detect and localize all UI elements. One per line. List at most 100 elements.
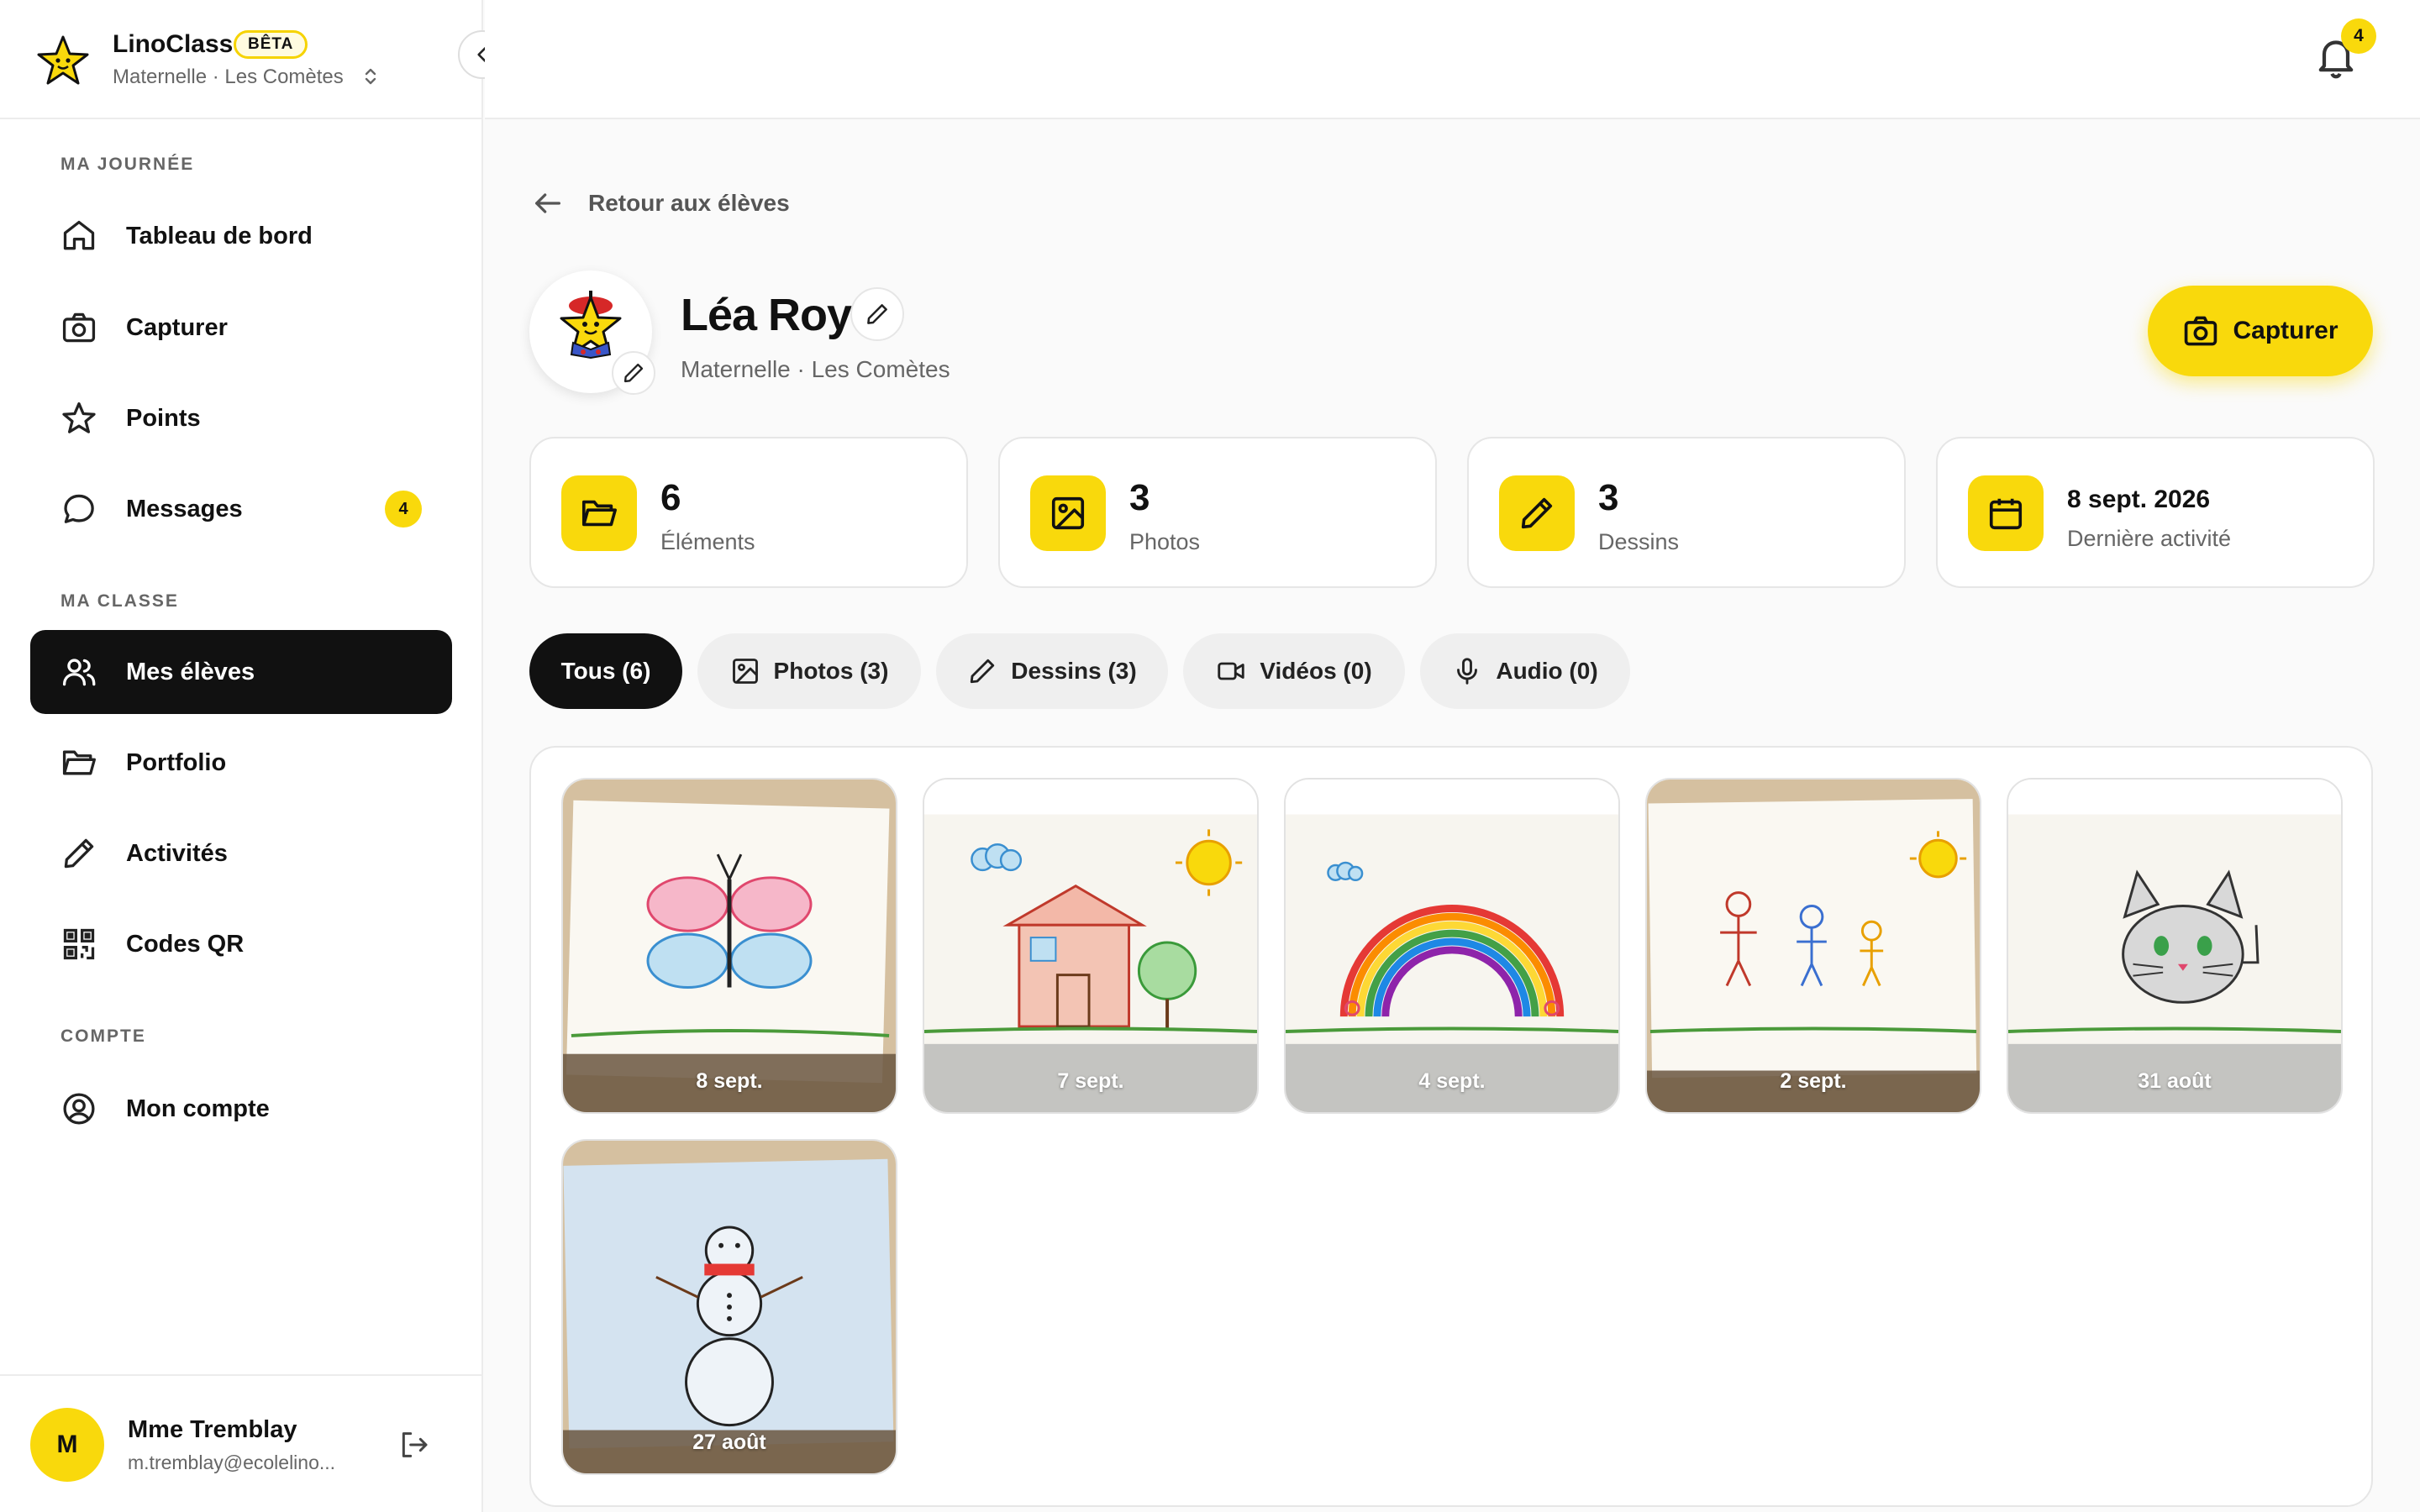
filter-label: Dessins (3) (1011, 658, 1137, 684)
sidebar-item-points[interactable]: Points (30, 376, 452, 460)
topbar (485, 0, 2420, 119)
arrow-left-icon (535, 193, 560, 213)
sidebar-item-portfolio[interactable]: Portfolio (30, 721, 452, 805)
back-link-label: Retour aux élèves (588, 190, 790, 216)
mic-icon (1457, 658, 1478, 685)
stat-card-photos: 3 Photos (998, 437, 1437, 588)
sidebar-item-label: Activités (126, 839, 228, 867)
stat-icon (1030, 475, 1106, 551)
camera-icon (62, 312, 96, 343)
sidebar-item-mes-eleves[interactable]: Mes élèves (30, 630, 452, 714)
rainbow-drawing (1286, 780, 1618, 1112)
logout-icon[interactable] (397, 1428, 430, 1462)
tile-date: 2 sept. (1780, 1069, 1847, 1093)
tile-date: 4 sept. (1418, 1069, 1486, 1093)
filter-label: Vidéos (0) (1260, 658, 1372, 684)
portfolio-gallery: 8 sept. 7 sept. 4 sept. 2 sept. 31 août … (529, 746, 2373, 1507)
pencil-icon (971, 659, 995, 684)
sidebar-item-activites[interactable]: Activités (30, 811, 452, 895)
beta-badge: BÊTA (234, 30, 308, 59)
edit-name-button[interactable] (850, 287, 904, 341)
pencil-icon (1521, 497, 1553, 529)
home-icon (63, 220, 95, 250)
qr-icon (63, 928, 95, 960)
capture-button-label: Capturer (2233, 317, 2338, 344)
snowman-drawing (563, 1141, 896, 1473)
gallery-tile-cat[interactable]: 31 août (2007, 778, 2343, 1114)
sidebar-item-messages[interactable]: Messages 4 (30, 467, 452, 551)
stat-label: Dernière activité (2067, 526, 2232, 551)
sidebar-item-label: Messages (126, 495, 243, 522)
sidebar-item-label: Capturer (126, 313, 228, 341)
sidebar-item-label: Tableau de bord (126, 222, 313, 249)
stat-value: 3 (1129, 477, 1150, 518)
filter-photos[interactable]: Photos (3) (697, 633, 921, 709)
student-class: Maternelle · Les Comètes (681, 356, 950, 382)
tile-date: 8 sept. (696, 1069, 763, 1093)
sidebar: LinoClass BÊTA Maternelle · Les Comètes … (0, 0, 483, 1512)
section-label-compte: COMPTE (60, 1026, 146, 1046)
stat-icon (1499, 475, 1575, 551)
message-icon (64, 494, 94, 523)
stat-card-dessins: 3 Dessins (1467, 437, 1906, 588)
chevron-updown-icon[interactable] (360, 66, 381, 87)
gallery-tile-butterfly[interactable]: 8 sept. (561, 778, 897, 1114)
sidebar-item-label: Codes QR (126, 930, 245, 958)
section-label-ma-classe: MA CLASSE (60, 591, 179, 611)
app-name: LinoClass (113, 30, 234, 58)
stat-value: 6 (660, 477, 681, 518)
camera-icon (2185, 316, 2217, 346)
filter-label: Audio (0) (1496, 658, 1598, 684)
stat-label: Dessins (1598, 529, 1680, 554)
user-email: m.tremblay@ecolelino... (128, 1452, 336, 1473)
filter-audio[interactable]: Audio (0) (1420, 633, 1630, 709)
section-label-ma-journee: MA JOURNÉE (60, 155, 195, 174)
sidebar-item-label: Portfolio (126, 748, 227, 776)
stat-card-derniere-activite: 8 sept. 2026 Dernière activité (1936, 437, 2375, 588)
filter-videos[interactable]: Vidéos (0) (1183, 633, 1405, 709)
messages-count-badge: 4 (385, 491, 422, 528)
brand-header: LinoClass BÊTA Maternelle · Les Comètes (0, 0, 481, 119)
tile-date: 31 août (2138, 1069, 2212, 1093)
capture-button[interactable]: Capturer (2148, 286, 2373, 376)
filter-dessins[interactable]: Dessins (3) (936, 633, 1168, 709)
image-icon (732, 659, 758, 684)
house-drawing (924, 780, 1257, 1112)
stat-icon (561, 475, 637, 551)
user-panel: M Mme Tremblay m.tremblay@ecolelino... (0, 1374, 483, 1512)
sidebar-item-capturer[interactable]: Capturer (30, 286, 452, 370)
sidebar-item-label: Points (126, 404, 201, 432)
class-selector[interactable]: Maternelle · Les Comètes (113, 66, 344, 89)
users-icon (62, 659, 96, 686)
image-icon (1051, 496, 1085, 530)
folder-icon (62, 750, 96, 775)
sidebar-item-label: Mon compte (126, 1095, 270, 1122)
avatar-edit-button[interactable] (612, 351, 655, 395)
avatar[interactable]: M (30, 1408, 104, 1482)
back-link[interactable]: Retour aux élèves (531, 186, 790, 220)
gallery-tile-family[interactable]: 2 sept. (1645, 778, 1981, 1114)
filter-label: Photos (3) (773, 658, 889, 684)
stat-icon (1968, 475, 2044, 551)
stat-value: 8 sept. 2026 (2067, 486, 2211, 513)
filter-label: Tous (6) (560, 658, 651, 684)
gallery-tile-snowman[interactable]: 27 août (561, 1139, 897, 1475)
sidebar-item-codes-qr[interactable]: Codes QR (30, 902, 452, 986)
notification-badge: 4 (2341, 18, 2376, 54)
sidebar-item-mon-compte[interactable]: Mon compte (30, 1067, 452, 1151)
gallery-tile-house[interactable]: 7 sept. (923, 778, 1259, 1114)
tile-date: 7 sept. (1057, 1069, 1124, 1093)
star-icon (62, 402, 96, 433)
star-logo-icon (37, 35, 89, 85)
stat-label: Éléments (660, 529, 755, 554)
filter-tous[interactable]: Tous (6) (529, 633, 682, 709)
gallery-tile-rainbow[interactable]: 4 sept. (1284, 778, 1620, 1114)
tile-date: 27 août (692, 1431, 766, 1454)
sidebar-item-label: Mes élèves (126, 658, 255, 685)
folder-icon (581, 500, 617, 527)
butterfly-drawing (563, 780, 896, 1112)
user-circle-icon (63, 1093, 95, 1125)
pencil-icon (867, 304, 887, 324)
sidebar-item-tableau-de-bord[interactable]: Tableau de bord (30, 194, 452, 278)
student-name: Léa Roy (681, 290, 852, 340)
